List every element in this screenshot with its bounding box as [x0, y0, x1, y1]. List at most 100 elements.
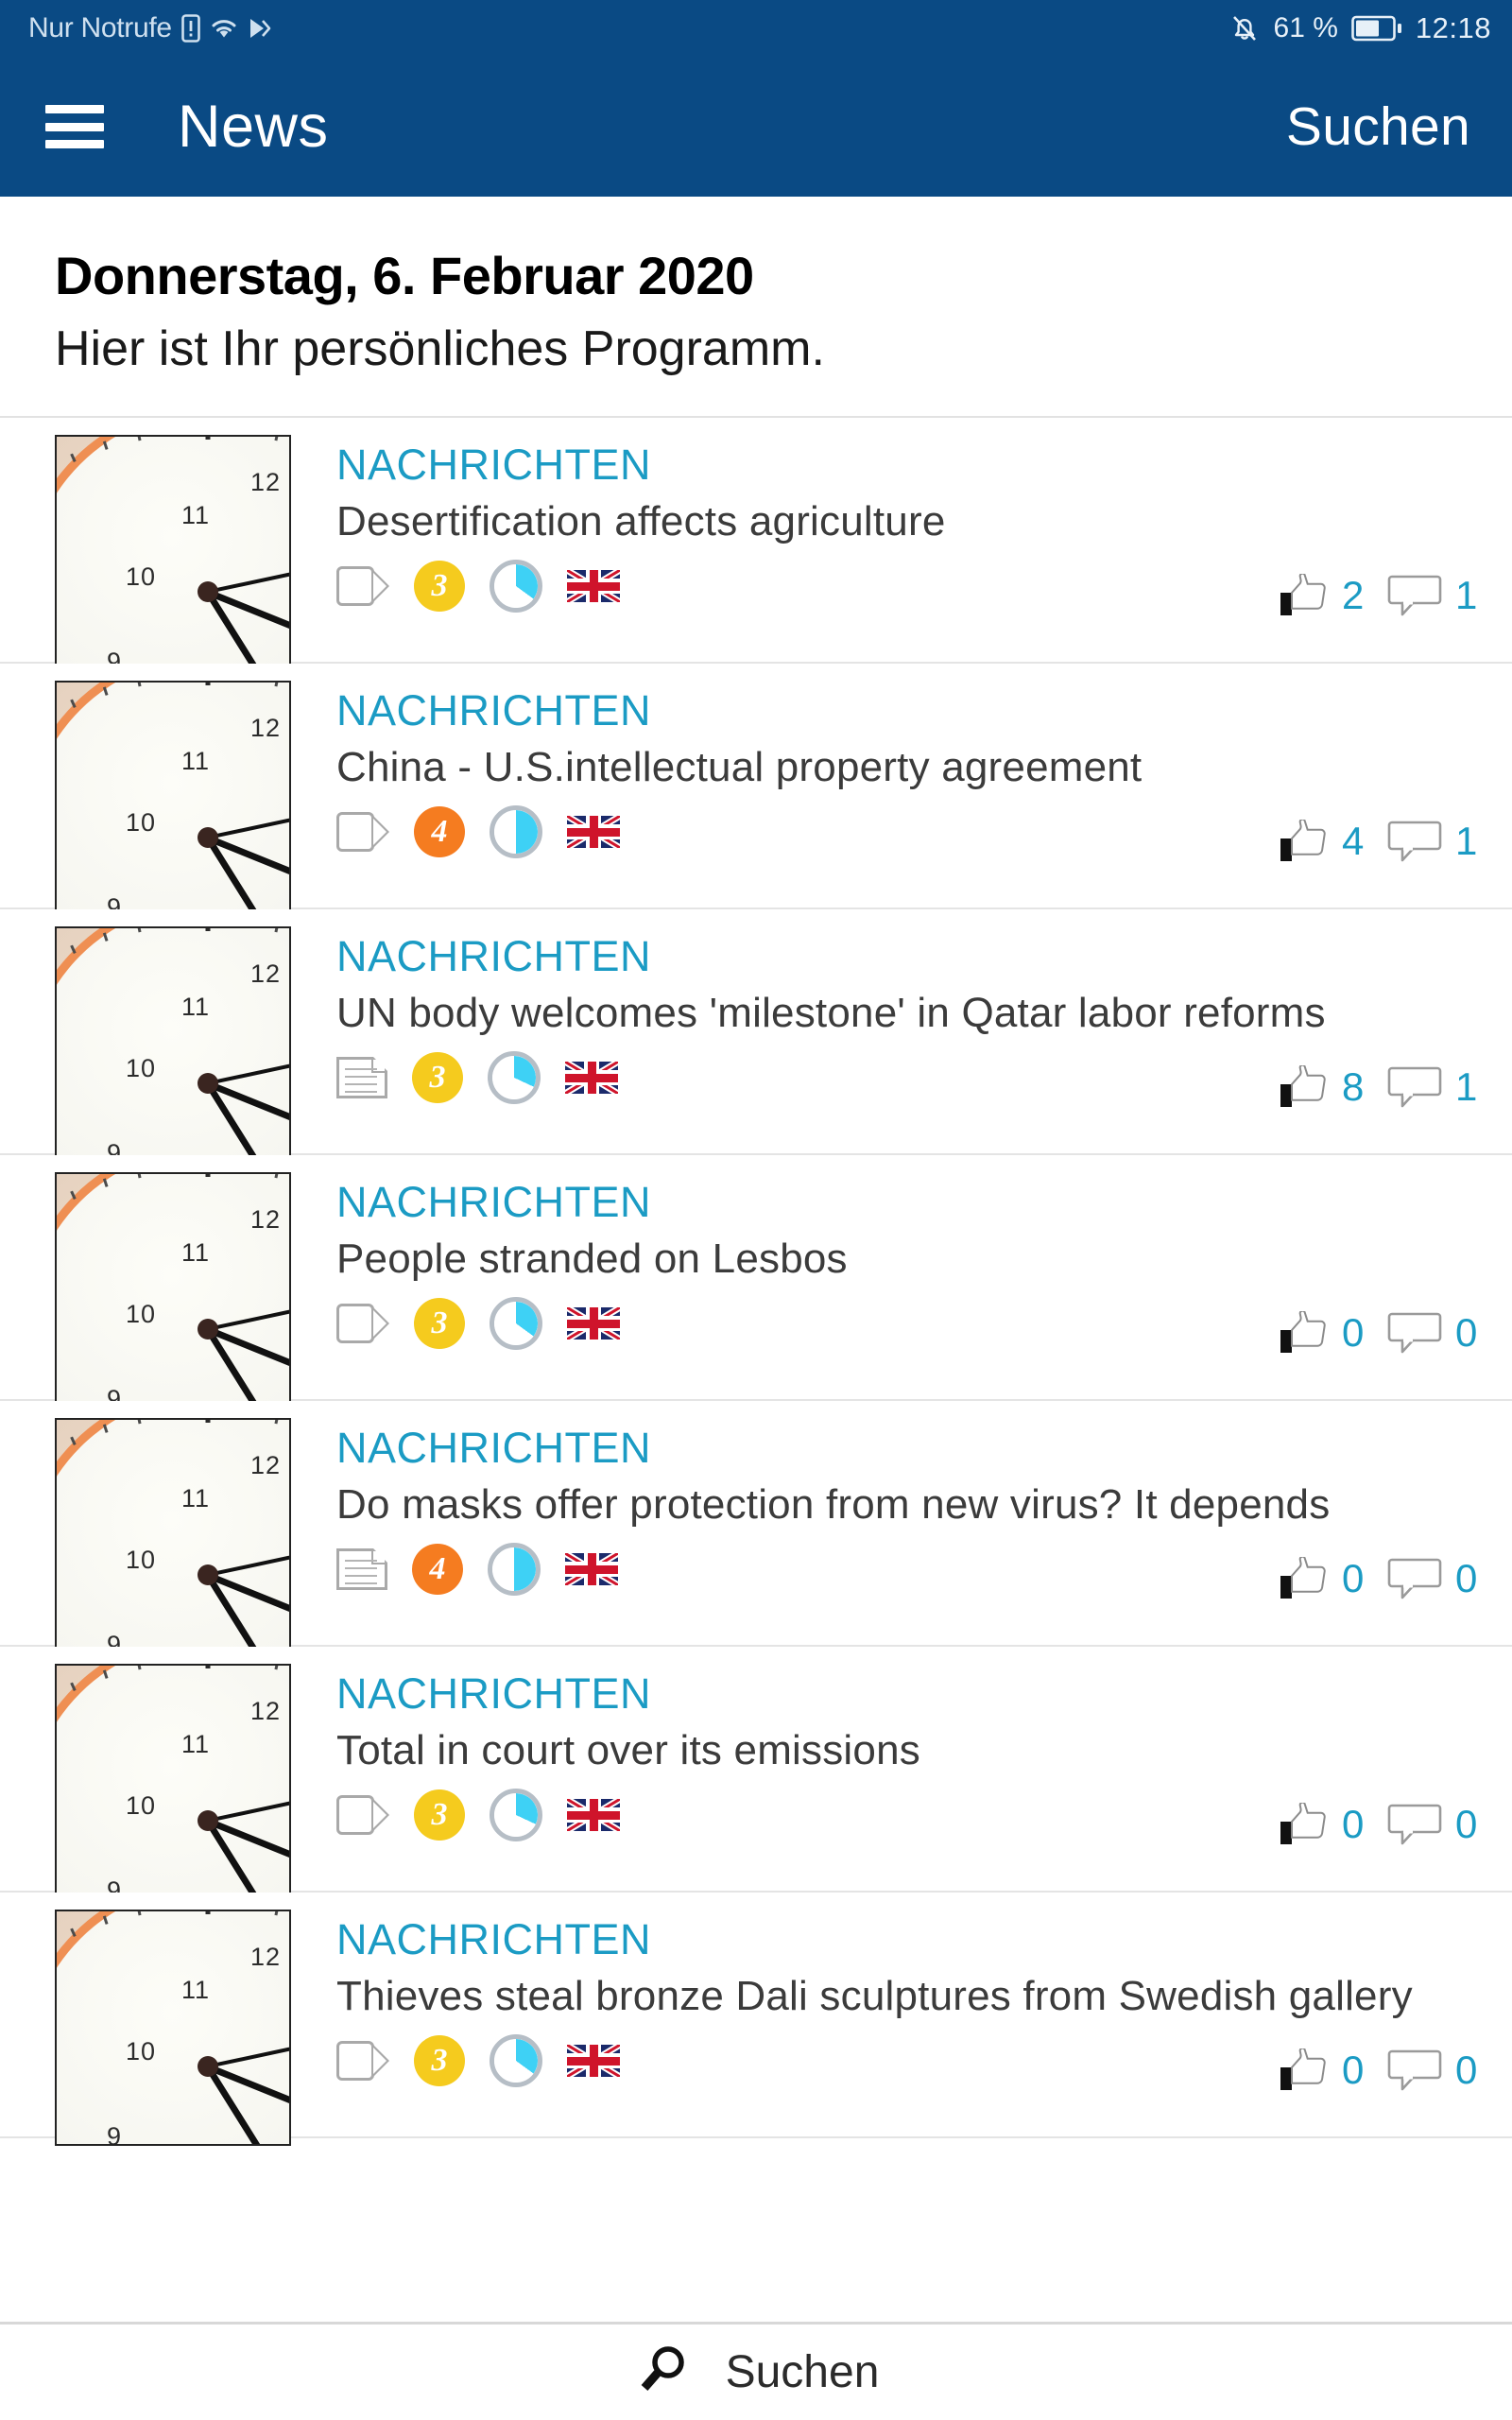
clock-numeral: 11 — [181, 501, 211, 530]
level-badge[interactable]: 3 — [412, 1052, 463, 1104]
video-body — [336, 566, 374, 607]
comment-counter[interactable]: 0 — [1387, 1556, 1480, 1601]
like-counter[interactable]: 0 — [1280, 1310, 1366, 1356]
article-counters: 00 — [1280, 1310, 1480, 1356]
like-counter[interactable]: 0 — [1280, 1556, 1366, 1601]
news-list-item[interactable]: 12 11 10 9 NACHRICHTEN UN body welcomes 'mil… — [0, 909, 1512, 1164]
like-counter[interactable]: 8 — [1280, 1064, 1366, 1110]
uk-flag-icon[interactable] — [565, 1062, 618, 1095]
comment-counter[interactable]: 0 — [1387, 1802, 1480, 1847]
article-headline: UN body welcomes 'milestone' in Qatar la… — [336, 989, 1326, 1036]
comment-counter[interactable]: 1 — [1387, 1064, 1480, 1110]
progress-pie-icon[interactable] — [490, 1297, 542, 1351]
video-body — [336, 812, 374, 853]
uk-flag-icon[interactable] — [565, 1553, 618, 1586]
video-icon[interactable] — [336, 566, 389, 607]
video-icon[interactable] — [336, 812, 389, 853]
uk-flag-icon[interactable] — [567, 2045, 620, 2078]
clock-numeral: 12 — [250, 959, 282, 989]
comment-counter[interactable]: 0 — [1387, 1310, 1480, 1356]
like-counter[interactable]: 0 — [1280, 2048, 1366, 2093]
thumbs-up-glyph — [1280, 820, 1326, 862]
uk-flag-icon[interactable] — [567, 1307, 620, 1340]
like-count: 0 — [1342, 1802, 1365, 1847]
progress-pie-icon[interactable] — [490, 2034, 542, 2088]
carrier-label: Nur Notrufe — [28, 12, 172, 43]
uk-flag-icon[interactable] — [567, 816, 620, 849]
like-counter[interactable]: 4 — [1280, 819, 1366, 864]
level-badge[interactable]: 4 — [412, 1544, 463, 1596]
progress-pie-fill — [494, 810, 538, 855]
progress-pie-icon[interactable] — [490, 1789, 542, 1842]
article-thumbnail[interactable]: 12 11 10 9 — [55, 1418, 291, 1655]
like-count: 8 — [1342, 1064, 1365, 1110]
article-thumbnail[interactable]: 12 11 10 9 — [55, 435, 291, 672]
progress-pie-icon[interactable] — [490, 805, 542, 859]
thumbs-up-glyph — [1280, 574, 1326, 616]
news-list-item[interactable]: 12 11 10 9 NACHRICHTEN China - U.S.intellectu… — [0, 664, 1512, 918]
article-thumbnail[interactable]: 12 11 10 9 — [55, 1910, 291, 2147]
clock-face: 12 11 10 9 — [57, 928, 289, 1162]
video-icon[interactable] — [336, 1304, 389, 1344]
level-badge[interactable]: 4 — [414, 806, 465, 858]
clock-face: 12 11 10 9 — [57, 1420, 289, 1653]
level-badge[interactable]: 3 — [414, 1298, 465, 1350]
comment-counter[interactable]: 1 — [1387, 573, 1480, 618]
clock-numeral: 11 — [181, 1238, 211, 1268]
uk-flag-icon[interactable] — [567, 1799, 620, 1832]
news-list-item[interactable]: 12 11 10 9 NACHRICHTEN Do masks offer protect… — [0, 1401, 1512, 1655]
progress-pie-icon[interactable] — [490, 560, 542, 614]
search-button[interactable]: Suchen — [1286, 95, 1478, 158]
article-counters: 00 — [1280, 2048, 1480, 2093]
like-count: 0 — [1342, 2048, 1365, 2093]
news-list-item[interactable]: 12 11 10 9 NACHRICHTEN Total in court over it… — [0, 1647, 1512, 1901]
article-category: NACHRICHTEN — [336, 441, 652, 490]
uk-flag-icon[interactable] — [567, 570, 620, 603]
document-icon[interactable] — [336, 1057, 387, 1099]
news-list-item[interactable]: 12 11 10 9 NACHRICHTEN People stranded on Les… — [0, 1155, 1512, 1409]
article-thumbnail[interactable]: 12 11 10 9 — [55, 926, 291, 1164]
battery-icon — [1351, 14, 1402, 43]
comment-counter[interactable]: 0 — [1387, 2048, 1480, 2093]
comment-counter[interactable]: 1 — [1387, 819, 1480, 864]
news-list-item[interactable]: 12 11 10 9 NACHRICHTEN Desertification affect… — [0, 418, 1512, 672]
video-body — [336, 1304, 374, 1344]
document-icon[interactable] — [336, 1548, 387, 1591]
article-thumbnail[interactable]: 12 11 10 9 — [55, 1172, 291, 1409]
video-lens — [372, 815, 389, 850]
article-thumbnail[interactable]: 12 11 10 9 — [55, 681, 291, 918]
app-bar: News Suchen — [0, 57, 1512, 197]
comment-count: 0 — [1455, 1310, 1478, 1356]
level-badge[interactable]: 3 — [414, 1789, 465, 1841]
hamburger-menu-icon[interactable] — [45, 105, 104, 148]
progress-pie-icon[interactable] — [488, 1543, 541, 1597]
clock-numeral: 12 — [250, 1451, 282, 1480]
wifi-icon — [210, 16, 238, 41]
bottom-search-bar[interactable]: Suchen — [0, 2322, 1512, 2420]
hamburger-bar — [45, 122, 104, 131]
progress-pie-icon[interactable] — [488, 1051, 541, 1105]
level-badge[interactable]: 3 — [414, 2035, 465, 2087]
video-lens — [372, 2044, 389, 2079]
hamburger-bar — [45, 105, 104, 113]
article-category: NACHRICHTEN — [336, 932, 652, 981]
article-category: NACHRICHTEN — [336, 686, 652, 735]
status-bar-right: 61 % 12:18 — [1228, 11, 1491, 45]
video-icon[interactable] — [336, 2041, 389, 2082]
search-magnifier-icon — [633, 2341, 692, 2404]
news-list-item[interactable]: 12 11 10 9 NACHRICHTEN Thieves steal bronze D… — [0, 1893, 1512, 2147]
document-lines — [345, 1068, 377, 1094]
status-clock-label: 12:18 — [1415, 11, 1491, 44]
clock-face: 12 11 10 9 — [57, 1666, 289, 1899]
comment-bubble-glyph — [1387, 1558, 1442, 1599]
video-icon[interactable] — [336, 1795, 389, 1836]
flag-stripe — [567, 1810, 620, 1820]
flag-stripe — [567, 827, 620, 837]
level-badge[interactable]: 3 — [414, 561, 465, 613]
date-subtitle: Hier ist Ihr persönliches Programm. — [55, 321, 825, 377]
article-thumbnail[interactable]: 12 11 10 9 — [55, 1664, 291, 1901]
thumbs-up-glyph — [1280, 2048, 1326, 2091]
like-counter[interactable]: 0 — [1280, 1802, 1366, 1847]
like-counter[interactable]: 2 — [1280, 573, 1366, 618]
clock-hand-second — [207, 1793, 289, 1824]
